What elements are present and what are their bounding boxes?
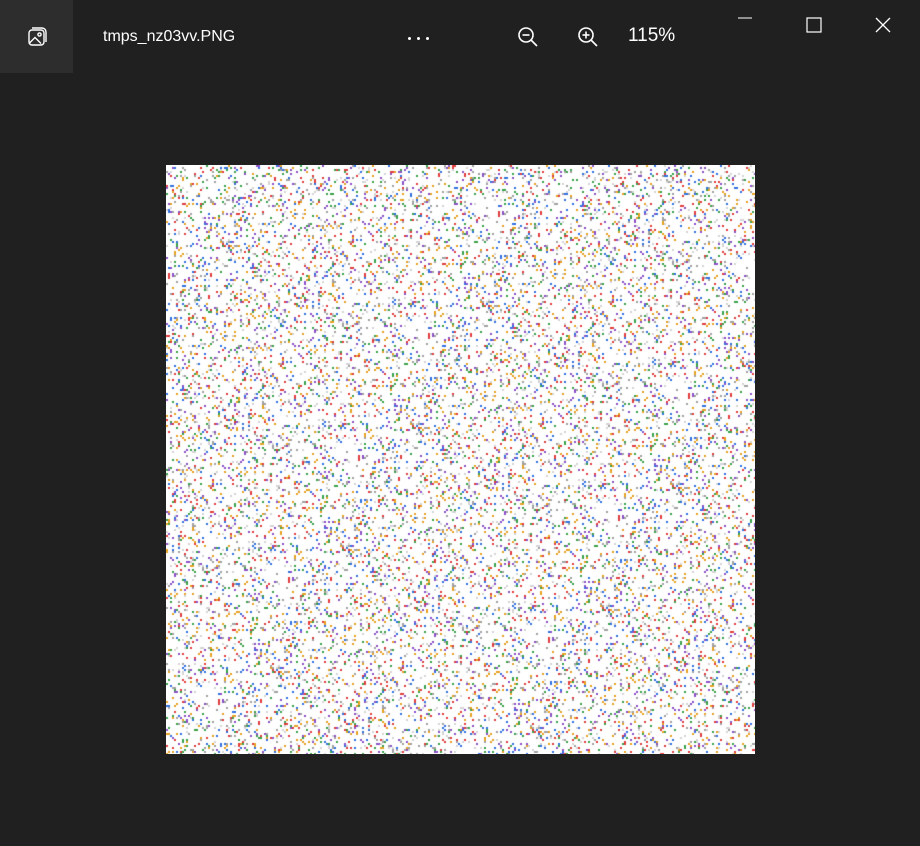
file-name-title: tmps_nz03vv.PNG	[103, 28, 236, 45]
zoom-out-button[interactable]	[511, 20, 545, 54]
more-options-icon-dot	[416, 36, 420, 40]
title-bar: tmps_nz03vv.PNG 115%	[0, 0, 920, 74]
zoom-out-icon	[518, 27, 538, 47]
close-icon	[875, 17, 891, 33]
photo-viewer-window: tmps_nz03vv.PNG 115%	[0, 0, 920, 846]
maximize-icon	[806, 17, 822, 33]
image-gallery-icon	[27, 26, 47, 46]
app-icon-button[interactable]	[0, 0, 73, 73]
zoom-in-button[interactable]	[571, 20, 605, 54]
maximize-button[interactable]	[791, 0, 837, 50]
displayed-image[interactable]	[166, 165, 755, 754]
more-options-icon	[407, 36, 411, 40]
minimize-button[interactable]	[722, 0, 768, 50]
close-button[interactable]	[860, 0, 906, 50]
more-options-button[interactable]	[393, 22, 443, 54]
minimize-icon	[738, 17, 752, 19]
zoom-level-readout[interactable]: 115%	[628, 25, 675, 47]
zoom-in-icon	[578, 27, 598, 47]
more-options-icon-dot	[425, 36, 429, 40]
